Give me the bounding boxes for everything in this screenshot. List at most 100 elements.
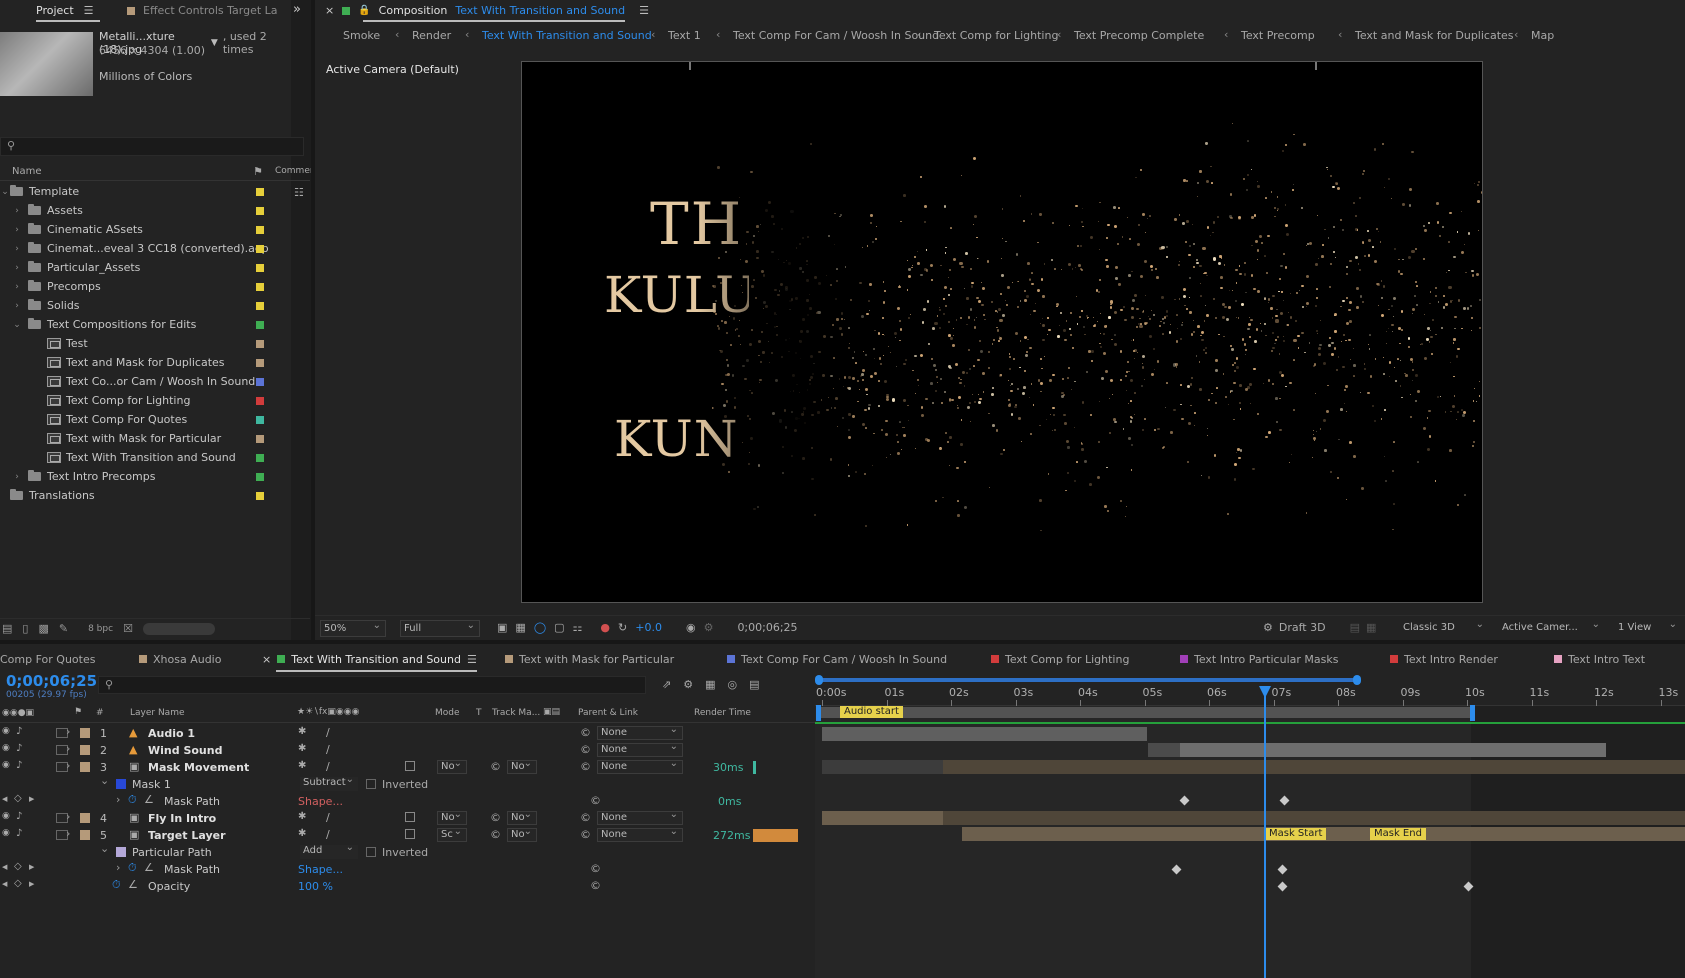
label-color-swatch[interactable] bbox=[80, 830, 90, 840]
parent-dropdown[interactable]: None bbox=[597, 826, 683, 842]
breadcrumb-item[interactable]: Text and Mask for Duplicates bbox=[1355, 29, 1514, 42]
marker-mask-end[interactable]: Mask End bbox=[1370, 828, 1426, 840]
show-snapshot-icon[interactable]: ⚙ bbox=[704, 621, 714, 634]
project-item[interactable]: › Solids bbox=[0, 296, 290, 315]
breadcrumb-item[interactable]: Smoke bbox=[343, 29, 380, 42]
transparency-grid-icon[interactable]: ▦ bbox=[515, 621, 525, 634]
breadcrumb-item[interactable]: Text Precomp bbox=[1241, 29, 1315, 42]
views-dropdown[interactable]: 1 View bbox=[1615, 617, 1681, 637]
chevron-down-icon[interactable]: ⌄ bbox=[100, 842, 109, 855]
layer-bar-wind-sound[interactable] bbox=[1148, 743, 1606, 757]
parent-dropdown[interactable]: None bbox=[597, 758, 683, 774]
preserve-transparency-icon[interactable]: © bbox=[490, 811, 501, 824]
layer-property-row[interactable]: ◀ ◇ ▶ › ⏱ ∠ Mask Path Shape... © bbox=[0, 861, 840, 878]
timeline-tab[interactable]: Text Intro Text bbox=[1554, 648, 1645, 670]
project-item[interactable]: ⌄ Template bbox=[0, 182, 290, 201]
switches-icons[interactable]: ★☀∖fx▣◉◉◉ bbox=[297, 707, 359, 717]
breadcrumb-item[interactable]: Map bbox=[1531, 29, 1554, 42]
label-color-swatch[interactable] bbox=[256, 225, 264, 234]
chevron-down-icon[interactable]: › bbox=[66, 759, 70, 772]
timeline-tab[interactable]: Text with Mask for Particular bbox=[505, 648, 674, 670]
pick-whip-icon[interactable]: © bbox=[580, 726, 591, 739]
mask-mode-dropdown[interactable]: Subtract bbox=[300, 774, 358, 791]
property-value[interactable]: Shape... bbox=[298, 863, 343, 876]
adjustment-switch[interactable] bbox=[405, 812, 415, 822]
project-item[interactable]: › Cinemat...eveal 3 CC18 (converted).aep bbox=[0, 239, 290, 258]
chevron-down-icon[interactable]: ⌄ bbox=[0, 187, 10, 197]
chevron-right-icon[interactable]: › bbox=[12, 225, 22, 235]
quality-switch-icon[interactable]: ∕ bbox=[326, 726, 330, 739]
timeline-timecode[interactable]: 0;00;06;25 bbox=[6, 672, 97, 690]
layer-row[interactable]: ◉ ♪ › 2 ▲ Wind Sound ✱ ∕ © None bbox=[0, 741, 840, 759]
shy-switch-icon[interactable]: ✱ bbox=[298, 811, 306, 822]
menu-icon[interactable]: ☰ bbox=[467, 653, 477, 666]
audio-speaker-icon[interactable]: ♪ bbox=[16, 828, 22, 839]
next-keyframe-icon[interactable]: ▶ bbox=[29, 863, 34, 871]
project-item[interactable]: Text and Mask for Duplicates bbox=[0, 353, 290, 372]
trash-icon[interactable]: ☒ bbox=[123, 622, 133, 635]
visibility-eye-icon[interactable]: ◉ bbox=[2, 760, 10, 770]
inverted-checkbox[interactable] bbox=[366, 847, 376, 857]
pick-whip-icon[interactable]: © bbox=[590, 794, 601, 807]
motion-blur-icon[interactable]: ◎ bbox=[728, 678, 738, 691]
timeline-search-input[interactable]: ⚲ bbox=[98, 676, 646, 694]
preserve-transparency-icon[interactable]: © bbox=[490, 828, 501, 841]
pick-whip-icon[interactable]: © bbox=[580, 828, 591, 841]
chevron-down-icon[interactable]: ⌄ bbox=[12, 320, 22, 330]
grid-guides-icon[interactable]: ⚏ bbox=[573, 621, 583, 634]
adjustment-switch[interactable] bbox=[405, 761, 415, 771]
project-item[interactable]: › Text Intro Precomps bbox=[0, 467, 290, 486]
new-comp-icon[interactable]: ▩ bbox=[38, 622, 48, 635]
av-features-icon[interactable]: ◉◉●▣ bbox=[2, 708, 34, 718]
t-column[interactable]: T bbox=[476, 708, 482, 718]
shy-layers-icon[interactable]: ▦ bbox=[705, 678, 715, 691]
layer-property-row[interactable]: ◀ ◇ ▶ › ⏱ ∠ Mask Path Shape... © 0ms bbox=[0, 793, 840, 810]
ground-plane-icon[interactable]: ▦ bbox=[1366, 621, 1376, 634]
label-color-swatch[interactable] bbox=[256, 377, 264, 386]
visibility-eye-icon[interactable]: ◉ bbox=[2, 726, 10, 736]
layer-property-row[interactable]: ◀ ◇ ▶ ⏱ ∠ Opacity 100 % © bbox=[0, 878, 840, 895]
layer-row[interactable]: ◉ ♪ › 1 ▲ Audio 1 ✱ ∕ © None bbox=[0, 724, 840, 742]
chevron-right-icon[interactable]: › bbox=[12, 282, 22, 292]
pick-whip-icon[interactable]: © bbox=[580, 743, 591, 756]
fast-previews-icon[interactable]: ▣ bbox=[497, 621, 507, 634]
preserve-transparency-icon[interactable]: © bbox=[490, 760, 501, 773]
channel-icon[interactable]: ● bbox=[600, 621, 610, 634]
layer-row[interactable]: ◉ ♪ › 3 ▣ Mask Movement ✱ ∕ No © No © None 30ms bbox=[0, 758, 840, 776]
graph-icon[interactable]: ∠ bbox=[128, 878, 138, 891]
label-color-swatch[interactable] bbox=[80, 813, 90, 823]
timeline-tab[interactable]: Text Comp for Lighting bbox=[991, 648, 1129, 670]
zoom-dropdown[interactable]: 50% bbox=[320, 618, 386, 637]
work-area-end-handle[interactable] bbox=[1470, 705, 1475, 721]
layer-bar-audio-1[interactable] bbox=[822, 727, 1147, 741]
label-color-swatch[interactable] bbox=[256, 491, 264, 500]
chevron-down-icon[interactable]: ▼ bbox=[211, 38, 218, 48]
track-matte-column[interactable]: Track Ma... bbox=[492, 708, 540, 718]
quality-switch-icon[interactable]: ∕ bbox=[326, 743, 330, 756]
label-color-swatch[interactable] bbox=[256, 282, 264, 291]
flowchart-icon[interactable]: ☷ bbox=[294, 186, 304, 199]
menu-icon[interactable]: ☰ bbox=[84, 4, 94, 17]
stopwatch-icon[interactable]: ⏱ bbox=[128, 793, 137, 807]
panel-overflow-icon[interactable]: » bbox=[293, 2, 301, 17]
next-keyframe-icon[interactable]: ▶ bbox=[29, 795, 34, 803]
blend-mode-dropdown[interactable]: No bbox=[437, 809, 467, 825]
property-value[interactable]: Shape... bbox=[298, 795, 343, 808]
pick-whip-icon[interactable]: © bbox=[590, 862, 601, 875]
layer-row[interactable]: ◉ ♪ › 4 ▣ Fly In Intro ✱ ∕ No © No © None bbox=[0, 809, 840, 827]
resolution-dropdown[interactable]: Full bbox=[400, 618, 480, 637]
breadcrumb-item[interactable]: Text Comp For Cam / Woosh In Sound bbox=[733, 29, 939, 42]
render-queue-icon[interactable]: ✎ bbox=[59, 622, 68, 635]
label-color-swatch[interactable] bbox=[256, 358, 264, 367]
region-of-interest-icon[interactable]: ▢ bbox=[554, 621, 564, 634]
project-search-input[interactable]: ⚲ bbox=[0, 137, 304, 156]
layer-property-row[interactable]: ⌄ Particular Path Add Inverted bbox=[0, 842, 840, 861]
draft-3d-label[interactable]: Draft 3D bbox=[1279, 621, 1326, 634]
track-matte-dropdown[interactable]: No bbox=[507, 826, 537, 842]
shy-switch-icon[interactable]: ✱ bbox=[298, 760, 306, 771]
extended-viewer-icon[interactable]: ▤ bbox=[1350, 621, 1360, 634]
chevron-right-icon[interactable]: › bbox=[66, 725, 70, 738]
draft-3d-toggle-icon[interactable]: ⚙ bbox=[683, 678, 693, 691]
parent-column[interactable]: Parent & Link bbox=[578, 708, 638, 718]
interpret-footage-icon[interactable]: ▤ bbox=[2, 622, 12, 635]
